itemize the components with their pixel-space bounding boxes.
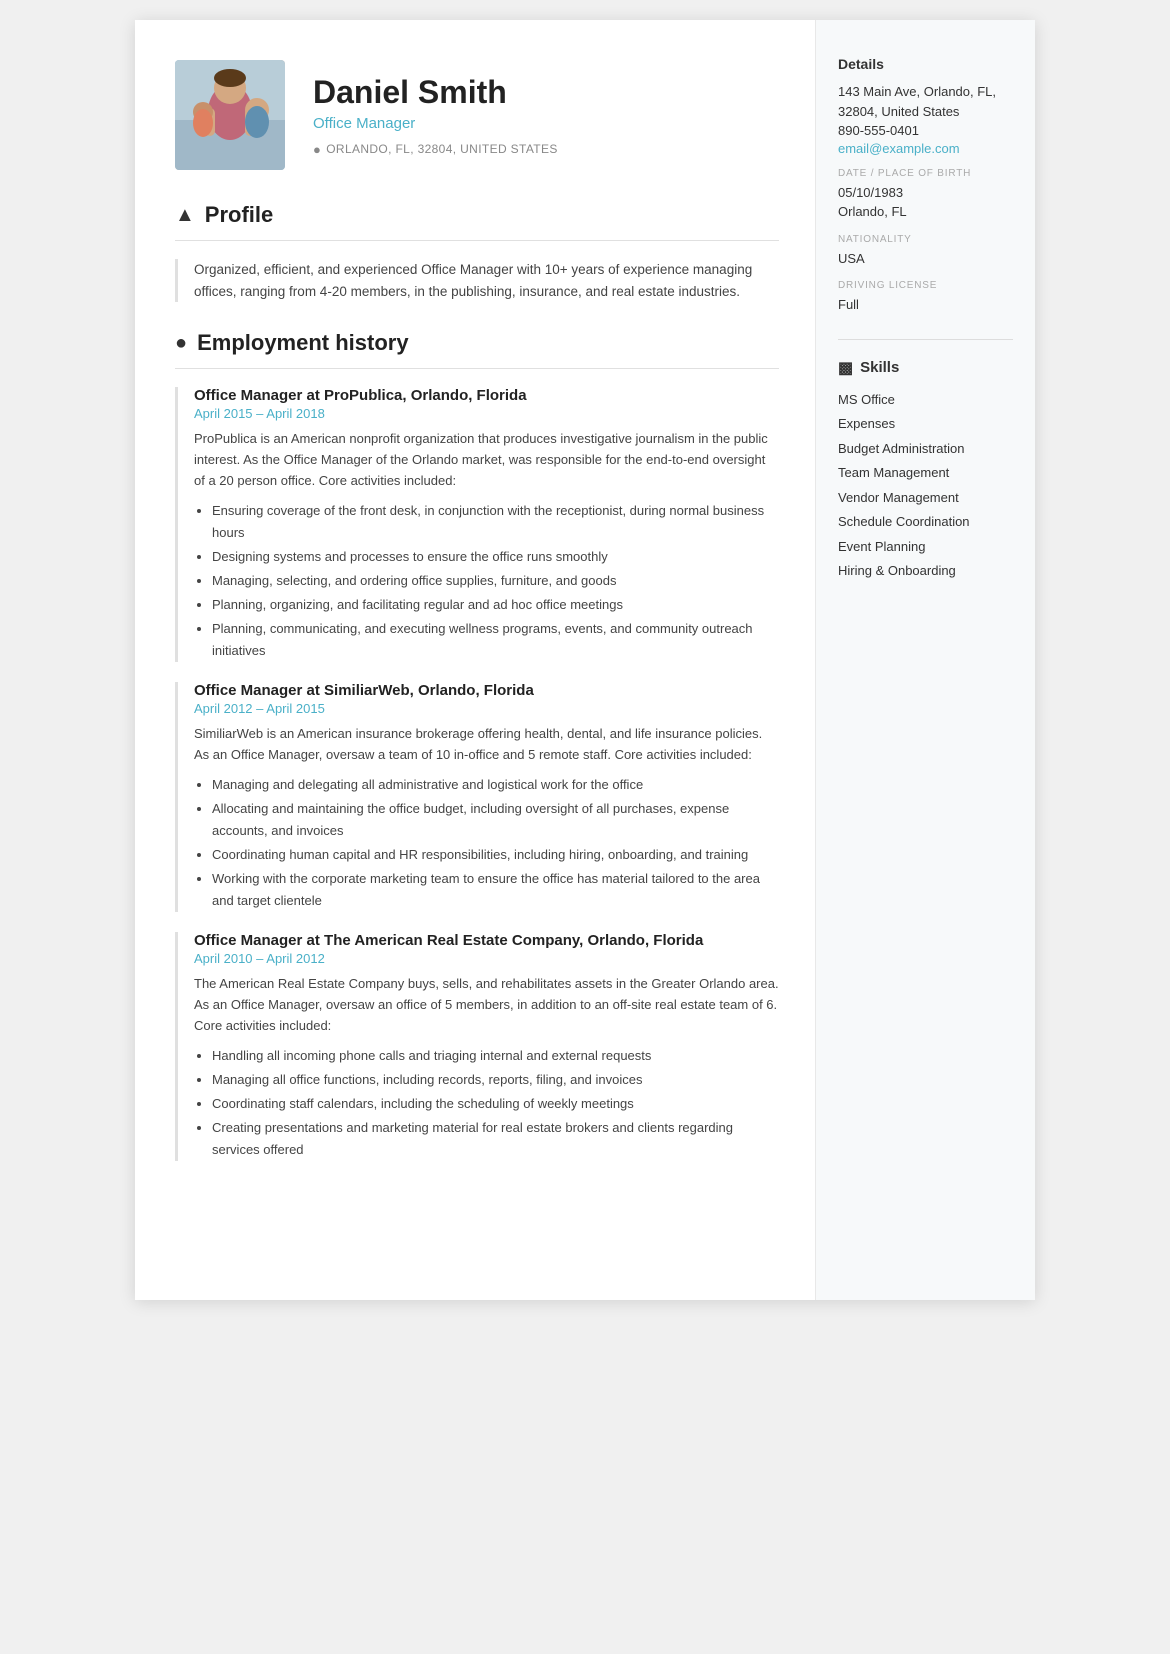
profile-text: Organized, efficient, and experienced Of…	[194, 259, 779, 302]
job-bullets-0: Ensuring coverage of the front desk, in …	[194, 500, 779, 663]
job-title-2: Office Manager at The American Real Esta…	[194, 932, 779, 949]
candidate-name: Daniel Smith	[313, 74, 779, 111]
details-section: Details 143 Main Ave, Orlando, FL, 32804…	[838, 56, 1013, 315]
profile-section-header: ▲ Profile	[175, 202, 779, 228]
sidebar-nationality: USA	[838, 249, 1013, 269]
job-bullet-1-1: Allocating and maintaining the office bu…	[212, 798, 779, 842]
candidate-location: ● ORLANDO, FL, 32804, UNITED STATES	[313, 142, 779, 157]
job-item-1: Office Manager at SimiliarWeb, Orlando, …	[175, 682, 779, 912]
job-bullet-0-4: Planning, communicating, and executing w…	[212, 618, 779, 662]
skill-item-7: Hiring & Onboarding	[838, 561, 1013, 581]
details-title: Details	[838, 56, 1013, 72]
job-bullets-1: Managing and delegating all administrati…	[194, 774, 779, 913]
driving-label: DRIVING LICENSE	[838, 280, 1013, 291]
candidate-title: Office Manager	[313, 115, 779, 132]
skills-section: ▩ Skills MS Office Expenses Budget Adminis…	[838, 358, 1013, 581]
job-bullet-0-0: Ensuring coverage of the front desk, in …	[212, 500, 779, 544]
resume-document: Daniel Smith Office Manager ● ORLANDO, F…	[135, 20, 1035, 1300]
job-description-2: The American Real Estate Company buys, s…	[194, 974, 779, 1036]
job-bullet-0-2: Managing, selecting, and ordering office…	[212, 570, 779, 592]
job-bullet-0-1: Designing systems and processes to ensur…	[212, 546, 779, 568]
job-date-1: April 2012 – April 2015	[194, 701, 779, 716]
skill-item-5: Schedule Coordination	[838, 512, 1013, 532]
job-description-0: ProPublica is an American nonprofit orga…	[194, 429, 779, 491]
job-bullet-0-3: Planning, organizing, and facilitating r…	[212, 594, 779, 616]
employment-icon: ●	[175, 332, 187, 355]
skill-item-2: Budget Administration	[838, 439, 1013, 459]
job-bullet-2-2: Coordinating staff calendars, including …	[212, 1093, 779, 1115]
skill-item-6: Event Planning	[838, 537, 1013, 557]
job-item-0: Office Manager at ProPublica, Orlando, F…	[175, 387, 779, 662]
skill-item-0: MS Office	[838, 390, 1013, 410]
sidebar-dob: 05/10/1983	[838, 183, 1013, 203]
job-bullet-1-2: Coordinating human capital and HR respon…	[212, 844, 779, 866]
nationality-label: NATIONALITY	[838, 234, 1013, 245]
avatar	[175, 60, 285, 170]
job-bullets-2: Handling all incoming phone calls and tr…	[194, 1045, 779, 1161]
profile-text-wrap: Organized, efficient, and experienced Of…	[175, 259, 779, 302]
job-title-1: Office Manager at SimiliarWeb, Orlando, …	[194, 682, 779, 699]
job-bullet-1-3: Working with the corporate marketing tea…	[212, 868, 779, 912]
sidebar: Details 143 Main Ave, Orlando, FL, 32804…	[815, 20, 1035, 1300]
profile-title: Profile	[205, 202, 273, 228]
job-item-2: Office Manager at The American Real Esta…	[175, 932, 779, 1161]
location-icon: ●	[313, 142, 321, 157]
sidebar-phone: 890-555-0401	[838, 121, 1013, 141]
resume-header: Daniel Smith Office Manager ● ORLANDO, F…	[175, 60, 779, 170]
job-bullet-1-0: Managing and delegating all administrati…	[212, 774, 779, 796]
sidebar-email[interactable]: email@example.com	[838, 141, 1013, 156]
sidebar-dob-place: Orlando, FL	[838, 202, 1013, 222]
skill-item-1: Expenses	[838, 414, 1013, 434]
job-description-1: SimiliarWeb is an American insurance bro…	[194, 724, 779, 766]
jobs-container: Office Manager at ProPublica, Orlando, F…	[175, 387, 779, 1161]
dob-label: DATE / PLACE OF BIRTH	[838, 168, 1013, 179]
skills-container: MS Office Expenses Budget Administration Te…	[838, 390, 1013, 581]
sidebar-divider	[838, 339, 1013, 340]
job-date-2: April 2010 – April 2012	[194, 951, 779, 966]
job-title-0: Office Manager at ProPublica, Orlando, F…	[194, 387, 779, 404]
employment-divider	[175, 368, 779, 369]
job-bullet-2-1: Managing all office functions, including…	[212, 1069, 779, 1091]
profile-icon: ▲	[175, 204, 195, 227]
header-info: Daniel Smith Office Manager ● ORLANDO, F…	[313, 74, 779, 157]
skills-icon: ▩	[838, 358, 853, 378]
employment-section: ● Employment history Office Manager at P…	[175, 330, 779, 1161]
job-bullet-2-0: Handling all incoming phone calls and tr…	[212, 1045, 779, 1067]
skills-title: ▩ Skills	[838, 358, 1013, 378]
profile-section: ▲ Profile Organized, efficient, and expe…	[175, 202, 779, 302]
main-content: Daniel Smith Office Manager ● ORLANDO, F…	[135, 20, 815, 1300]
profile-divider	[175, 240, 779, 241]
sidebar-driving: Full	[838, 295, 1013, 315]
sidebar-address: 143 Main Ave, Orlando, FL, 32804, United…	[838, 82, 1013, 121]
employment-title: Employment history	[197, 330, 408, 356]
employment-section-header: ● Employment history	[175, 330, 779, 356]
job-bullet-2-3: Creating presentations and marketing mat…	[212, 1117, 779, 1161]
skill-item-3: Team Management	[838, 463, 1013, 483]
job-date-0: April 2015 – April 2018	[194, 406, 779, 421]
skill-item-4: Vendor Management	[838, 488, 1013, 508]
